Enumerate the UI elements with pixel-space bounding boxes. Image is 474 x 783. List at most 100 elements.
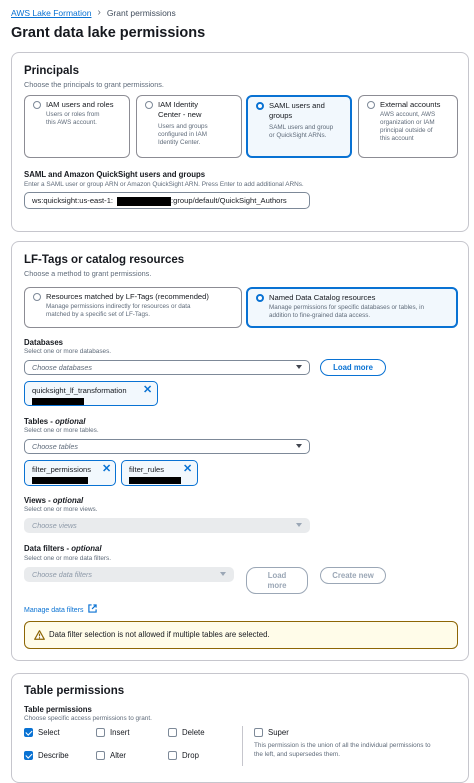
option-desc: Identity Center. (158, 139, 201, 146)
option-label-line: groups (269, 111, 293, 120)
external-link-icon (87, 604, 97, 613)
option-desc: this AWS account. (46, 119, 97, 126)
resources-desc: Choose a method to grant permissions. (24, 269, 152, 278)
tables-desc: Select one or more tables. (24, 427, 99, 434)
remove-token-icon[interactable]: ✕ (143, 383, 152, 396)
arn-prefix: ws:quicksight:us-east-1: (32, 196, 114, 205)
option-label-line: Center - new (158, 110, 202, 119)
checkbox-alter[interactable] (96, 751, 105, 760)
table-permissions-sublabel: Table permissions (24, 705, 92, 714)
views-select: Choose views (24, 518, 310, 533)
checkbox-label: Insert (110, 728, 130, 737)
principals-desc: Choose the principals to grant permissio… (24, 80, 164, 89)
label-text: Tables - (24, 417, 56, 426)
divider (242, 726, 243, 766)
option-label: Resources matched by LF-Tags (recommende… (46, 292, 209, 301)
resource-option-named-catalog[interactable]: Named Data Catalog resources Manage perm… (246, 287, 458, 328)
label-text: Views - (24, 496, 53, 505)
breadcrumb-link-lake-formation[interactable]: AWS Lake Formation (11, 8, 91, 18)
checkbox-drop[interactable] (168, 751, 177, 760)
checkbox-select[interactable] (24, 728, 33, 737)
option-desc: Manage permissions for specific database… (269, 304, 425, 311)
checkbox-insert[interactable] (96, 728, 105, 737)
checkbox-describe[interactable] (24, 751, 33, 760)
optional-tag: optional (55, 417, 86, 426)
token-label: filter_permissions (32, 465, 92, 474)
table-token-filter-permissions: filter_permissions ✕ (24, 460, 116, 486)
radio-button-selected (256, 102, 264, 110)
principal-option-iam-identity-center[interactable]: IAM Identity Center - new Users and group… (136, 95, 242, 158)
caret-down-icon (220, 572, 226, 576)
option-desc: Manage permissions indirectly for resour… (46, 303, 191, 310)
checkbox-label: Delete (182, 728, 205, 737)
token-label: quicksight_lf_transformation (32, 386, 127, 395)
option-desc: configured in IAM (158, 131, 208, 138)
label-text: Data filters - (24, 544, 72, 553)
checkbox-delete[interactable] (168, 728, 177, 737)
caret-down-icon (296, 523, 302, 527)
remove-token-icon[interactable]: ✕ (102, 462, 111, 475)
checkbox-super[interactable] (254, 728, 263, 737)
breadcrumb-current: Grant permissions (106, 7, 176, 18)
caret-down-icon (296, 365, 302, 369)
option-desc: addition to fine-grained data access. (269, 312, 371, 319)
data-filters-label: Data filters - optional (24, 544, 102, 553)
option-desc: or QuickSight ARNs. (269, 132, 327, 139)
principal-option-iam-users-roles[interactable]: IAM users and roles Users or roles from … (24, 95, 130, 158)
saml-arn-input[interactable]: ws:quicksight:us-east-1: :group/default/Q… (24, 192, 310, 209)
databases-select[interactable]: Choose databases (24, 360, 310, 375)
remove-token-icon[interactable]: ✕ (183, 462, 192, 475)
saml-field-desc: Enter a SAML user or group ARN or Amazon… (24, 181, 304, 188)
checkbox-label: Describe (38, 751, 69, 760)
option-desc: this account (380, 135, 414, 142)
select-placeholder: Choose tables (32, 442, 78, 451)
principals-panel: Principals Choose the principals to gran… (11, 52, 469, 232)
optional-tag: optional (71, 544, 102, 553)
redacted-text (32, 477, 88, 484)
data-filter-warning-alert: Data filter selection is not allowed if … (24, 621, 458, 649)
tables-select[interactable]: Choose tables (24, 439, 310, 454)
select-placeholder: Choose views (32, 521, 77, 530)
option-desc: SAML users and group (269, 124, 334, 131)
checkbox-label: Select (38, 728, 60, 737)
create-new-data-filter-button: Create new (320, 567, 386, 584)
button-label-line: Load (267, 570, 287, 580)
button-label-line: more (267, 580, 287, 590)
table-token-filter-rules: filter_rules ✕ (121, 460, 198, 486)
databases-load-more-button[interactable]: Load more (320, 359, 386, 376)
option-label: Named Data Catalog resources (269, 293, 376, 302)
breadcrumb: AWS Lake Formation › Grant permissions (11, 7, 176, 18)
data-filters-select: Choose data filters (24, 567, 234, 582)
radio-button-selected (256, 294, 264, 302)
super-desc: This permission is the union of all the … (254, 742, 431, 749)
redacted-account-id (117, 196, 172, 206)
alert-message: Data filter selection is not allowed if … (49, 630, 270, 639)
principal-option-saml-users-groups[interactable]: SAML users and groups SAML users and grou… (246, 95, 352, 158)
principals-title: Principals (24, 65, 79, 77)
option-desc: Users or roles from (46, 111, 100, 118)
resources-title: LF-Tags or catalog resources (24, 254, 185, 266)
page-title: Grant data lake permissions (11, 25, 206, 41)
option-label-line: IAM Identity (158, 100, 199, 109)
databases-desc: Select one or more databases. (24, 348, 112, 355)
redacted-text (32, 398, 84, 405)
option-desc: matched by a specific set of LF-Tags. (46, 311, 150, 318)
principal-option-external-accounts[interactable]: External accounts AWS account, AWS organ… (358, 95, 458, 158)
radio-button (145, 101, 153, 109)
option-desc: principal outside of (380, 127, 433, 134)
table-permissions-desc: Choose specific access permissions to gr… (24, 715, 152, 722)
arn-suffix: :group/default/QuickSight_Authors (171, 196, 287, 205)
data-filters-desc: Select one or more data filters. (24, 555, 112, 562)
database-token: quicksight_lf_transformation ✕ (24, 381, 158, 406)
token-label: filter_rules (129, 465, 165, 474)
option-label-line: SAML users and (269, 101, 325, 110)
option-label: SAML users and groups (269, 101, 325, 121)
manage-data-filters-link[interactable]: Manage data filters (24, 604, 97, 614)
chevron-right-icon: › (97, 7, 101, 18)
radio-button (33, 101, 41, 109)
link-label: Manage data filters (24, 607, 84, 614)
resource-option-lf-tags[interactable]: Resources matched by LF-Tags (recommende… (24, 287, 242, 328)
option-label: External accounts (380, 100, 441, 109)
data-filters-load-more-button: Load more (246, 567, 308, 594)
option-label: IAM users and roles (46, 100, 114, 109)
